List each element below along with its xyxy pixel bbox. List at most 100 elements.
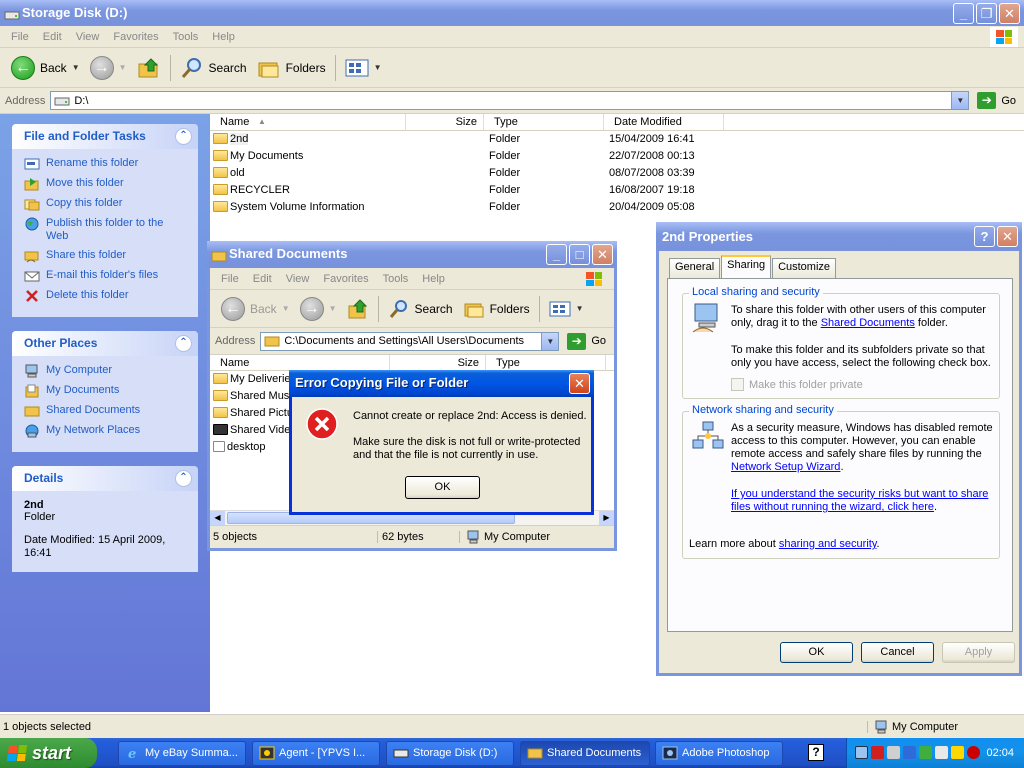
error-ok-button[interactable]: OK: [405, 476, 480, 499]
rename-folder-task[interactable]: Rename this folder: [24, 157, 186, 171]
maximize-button[interactable]: □: [569, 244, 590, 265]
email-files-task[interactable]: E-mail this folder's files: [24, 269, 186, 283]
forward-button[interactable]: → ▼: [85, 53, 132, 83]
up-folder-button[interactable]: [342, 294, 374, 324]
address-field[interactable]: D:\ ▼: [50, 91, 970, 110]
tab-general[interactable]: General: [669, 258, 721, 278]
name-column-header[interactable]: Name: [210, 355, 390, 370]
views-button[interactable]: ▼: [544, 294, 589, 324]
address-dropdown-icon[interactable]: ▼: [541, 332, 559, 350]
sharing-and-security-link[interactable]: sharing and security: [779, 538, 877, 550]
back-button[interactable]: ← Back ▼: [216, 294, 295, 324]
file-folder-tasks-header[interactable]: File and Folder Tasks ⌃: [12, 124, 198, 149]
other-places-header[interactable]: Other Places ⌃: [12, 331, 198, 356]
cancel-button[interactable]: Cancel: [861, 642, 934, 663]
restore-button[interactable]: ❐: [976, 3, 997, 24]
make-private-checkbox[interactable]: Make this folder private: [731, 378, 863, 391]
ok-button[interactable]: OK: [780, 642, 853, 663]
shared-documents-link[interactable]: Shared Documents: [821, 317, 915, 329]
menu-help[interactable]: Help: [205, 31, 242, 43]
search-button[interactable]: Search: [175, 53, 252, 83]
taskbar-item-shared-documents[interactable]: Shared Documents: [520, 741, 650, 766]
name-column-header[interactable]: Name ▲: [210, 114, 406, 130]
go-button[interactable]: ➔ Go: [969, 92, 1024, 109]
menu-edit[interactable]: Edit: [36, 31, 69, 43]
main-titlebar[interactable]: Storage Disk (D:) _ ❐ ✕: [0, 0, 1024, 26]
size-column-header[interactable]: Size: [390, 355, 486, 370]
type-column-header[interactable]: Type: [484, 114, 604, 130]
delete-folder-task[interactable]: Delete this folder: [24, 289, 186, 303]
type-column-header[interactable]: Type: [486, 355, 606, 370]
move-folder-task[interactable]: Move this folder: [24, 177, 186, 191]
menu-help[interactable]: Help: [415, 273, 452, 285]
file-row[interactable]: 2nd Folder 15/04/2009 16:41: [210, 131, 1024, 148]
help-button[interactable]: ?: [974, 226, 995, 247]
file-row[interactable]: old Folder 08/07/2008 03:39: [210, 165, 1024, 182]
antivirus-tray-icon[interactable]: [967, 746, 980, 759]
taskbar-item-storage-disk[interactable]: Storage Disk (D:): [386, 741, 514, 766]
my-network-places-link[interactable]: My Network Places: [24, 424, 186, 438]
shared-documents-link[interactable]: Shared Documents: [24, 404, 186, 418]
back-dropdown-icon[interactable]: ▼: [72, 63, 80, 72]
tab-customize[interactable]: Customize: [772, 258, 837, 278]
my-documents-link[interactable]: My Documents: [24, 384, 186, 398]
taskbar-item-agent[interactable]: Agent - [YPVS I...: [252, 741, 380, 766]
close-button[interactable]: ✕: [569, 373, 590, 394]
back-button[interactable]: ← Back ▼: [6, 53, 85, 83]
date-column-header[interactable]: Date Modified: [604, 114, 724, 130]
views-button[interactable]: ▼: [340, 53, 387, 83]
network-setup-wizard-link[interactable]: Network Setup Wizard: [731, 461, 840, 473]
menu-view[interactable]: View: [69, 31, 107, 43]
details-header[interactable]: Details ⌃: [12, 466, 198, 491]
connection-tray-icon[interactable]: [935, 746, 948, 759]
apply-button[interactable]: Apply: [942, 642, 1015, 663]
close-button[interactable]: ✕: [592, 244, 613, 265]
help-tray-button[interactable]: ?: [808, 744, 824, 761]
taskbar-item-ebay[interactable]: e My eBay Summa...: [118, 741, 246, 766]
address-dropdown-icon[interactable]: ▼: [951, 92, 969, 109]
minimize-button[interactable]: _: [546, 244, 567, 265]
bluetooth-tray-icon[interactable]: [903, 746, 916, 759]
copy-folder-task[interactable]: Copy this folder: [24, 197, 186, 211]
network-tray-icon[interactable]: [855, 746, 868, 759]
menu-tools[interactable]: Tools: [166, 31, 206, 43]
start-button[interactable]: start: [0, 738, 97, 768]
app-tray-icon[interactable]: [919, 746, 932, 759]
volume-tray-icon[interactable]: [887, 746, 900, 759]
taskbar-item-photoshop[interactable]: Adobe Photoshop: [655, 741, 783, 766]
menu-tools[interactable]: Tools: [376, 273, 416, 285]
minimize-button[interactable]: _: [953, 3, 974, 24]
menu-edit[interactable]: Edit: [246, 273, 279, 285]
menu-file[interactable]: File: [214, 273, 246, 285]
file-row[interactable]: My Documents Folder 22/07/2008 00:13: [210, 148, 1024, 165]
share-folder-task[interactable]: Share this folder: [24, 249, 186, 263]
folders-button[interactable]: Folders: [458, 294, 535, 324]
up-folder-button[interactable]: [132, 53, 166, 83]
scroll-right-arrow[interactable]: ▶: [599, 511, 614, 525]
my-computer-link[interactable]: My Computer: [24, 364, 186, 378]
security-tray-icon[interactable]: [871, 746, 884, 759]
file-row[interactable]: System Volume Information Folder 20/04/200…: [210, 199, 1024, 216]
close-button[interactable]: ✕: [997, 226, 1018, 247]
scroll-left-arrow[interactable]: ◀: [210, 511, 225, 525]
folders-button[interactable]: Folders: [252, 53, 331, 83]
shared-titlebar[interactable]: Shared Documents _ □ ✕: [207, 241, 617, 268]
address-field[interactable]: C:\Documents and Settings\All Users\Docu…: [260, 331, 560, 351]
file-row[interactable]: RECYCLER Folder 16/08/2007 19:18: [210, 182, 1024, 199]
go-button[interactable]: ➔ Go: [559, 332, 614, 350]
error-titlebar[interactable]: Error Copying File or Folder ✕: [289, 370, 594, 397]
tab-sharing[interactable]: Sharing: [721, 255, 772, 278]
close-button[interactable]: ✕: [999, 3, 1020, 24]
star-tray-icon[interactable]: [951, 746, 964, 759]
collapse-icon[interactable]: ⌃: [175, 128, 192, 145]
menu-favorites[interactable]: Favorites: [316, 273, 375, 285]
collapse-icon[interactable]: ⌃: [175, 335, 192, 352]
search-button[interactable]: Search: [383, 294, 458, 324]
share-without-wizard-link[interactable]: If you understand the security risks but…: [731, 488, 988, 513]
menu-file[interactable]: File: [4, 31, 36, 43]
size-column-header[interactable]: Size: [406, 114, 484, 130]
publish-folder-task[interactable]: Publish this folder to the Web: [24, 217, 186, 243]
menu-view[interactable]: View: [279, 273, 317, 285]
menu-favorites[interactable]: Favorites: [106, 31, 165, 43]
clock[interactable]: 02:04: [986, 738, 1014, 768]
